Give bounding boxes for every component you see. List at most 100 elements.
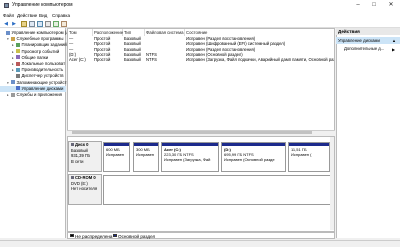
col-header-type[interactable]: Тип — [123, 28, 145, 36]
tree-item[interactable]: Управление компьютером (л — [0, 30, 69, 36]
table-cell: Простой — [94, 57, 111, 63]
tree-item-label: Общие папки — [21, 54, 49, 60]
tree-item[interactable]: Управление дисками — [0, 85, 66, 92]
table-cell: NTFS — [146, 51, 157, 57]
partition-status: Исправен (Основной разде — [224, 157, 275, 163]
tree-item-label: Запоминающие устройств — [16, 79, 69, 85]
table-cell — [146, 47, 185, 52]
vertical-scrollbar[interactable] — [330, 137, 334, 230]
partition-recovery-11gb[interactable]: 11,51 ГБ Исправен ( — [288, 142, 330, 172]
partition-status: Исправен — [136, 152, 155, 158]
users-icon — [16, 61, 20, 66]
show-hide-icon[interactable] — [45, 20, 51, 27]
tree-item[interactable]: ▸ Просмотр событий — [0, 49, 66, 55]
forward-icon[interactable]: ▶ — [11, 21, 17, 27]
computer-management-icon — [4, 3, 9, 8]
close-icon[interactable]: ✕ — [385, 0, 397, 10]
up-icon[interactable] — [21, 20, 27, 27]
submenu-arrow-icon[interactable]: ▶ — [392, 47, 395, 52]
device-manager-icon — [16, 73, 20, 78]
table-cell: Исправен (Раздел восстановления) — [186, 36, 256, 41]
status-bar — [0, 240, 400, 247]
tree-item[interactable]: Диспетчер устройств — [0, 73, 66, 79]
table-cell: Простой — [94, 46, 111, 52]
scheduler-icon — [16, 42, 20, 47]
tree-item[interactable]: ▸ Службы и приложения — [0, 92, 66, 98]
table-cell — [146, 41, 185, 46]
toolbar — [0, 19, 400, 28]
tree-item-label: Локальные пользоват — [21, 61, 66, 66]
partition-recovery-600mb[interactable]: 600 МБ Исправен — [103, 142, 130, 172]
actions-header: Действия — [336, 28, 400, 35]
partition-status: Исправен ( — [291, 152, 312, 158]
cdrom-0-name: CD-ROM 0 — [75, 175, 96, 180]
table-cell: Acer (C:) — [69, 57, 86, 63]
table-cell: — — [69, 46, 74, 52]
tree-item[interactable]: ▸ Производительность — [0, 67, 66, 73]
tree-item[interactable]: ▸ Планировщик заданий — [0, 42, 67, 48]
tools-icon — [11, 36, 15, 41]
legend-label-unallocated: Не распределена — [75, 233, 113, 239]
partition-acer-c[interactable]: Acer (C:) 223,30 ГБ NTFS Исправен (Загру… — [161, 142, 219, 172]
table-cell: Базовый — [124, 57, 141, 63]
cdrom-0-status: Нет носителя — [71, 186, 98, 191]
storage-icon — [11, 80, 15, 85]
table-cell: (D:) — [69, 51, 76, 57]
tree-item-label: Служебные программы — [16, 36, 64, 42]
window-title: Управление компьютером — [12, 2, 73, 8]
col-header-filesystem[interactable]: Файловая система — [145, 28, 185, 36]
tree-item-label: Управление дисками — [21, 85, 64, 91]
horizontal-scroll-thumb[interactable] — [72, 131, 312, 134]
partition-d[interactable]: (D:) 695,99 ГБ NTFS Исправен (Основной р… — [221, 142, 286, 172]
partition-efi-300mb[interactable]: 300 МБ Исправен — [133, 142, 159, 172]
collapse-arrow-icon[interactable]: ▲ — [392, 38, 396, 43]
tree-item-label: Просмотр событий — [21, 48, 60, 54]
col-header-volume[interactable]: Том — [68, 28, 93, 36]
tree-item-label: Производительность — [21, 67, 64, 73]
table-cell: Базовый — [124, 46, 141, 52]
maximize-icon[interactable]: □ — [368, 0, 380, 10]
col-header-layout[interactable]: Расположение — [93, 28, 123, 36]
cdrom-icon — [71, 176, 74, 179]
minimize-icon[interactable]: – — [352, 0, 364, 10]
menu-view[interactable]: Вид — [39, 13, 47, 18]
cdrom-0-label[interactable]: CD-ROM 0 DVD (E:) Нет носителя — [68, 174, 102, 205]
services-icon — [11, 92, 15, 97]
col-header-status[interactable]: Состояние — [185, 29, 335, 36]
actions-pane — [336, 28, 400, 238]
back-icon[interactable]: ◀ — [3, 21, 9, 27]
table-cell: Базовый — [124, 41, 141, 47]
table-cell — [146, 36, 185, 41]
refresh-icon[interactable] — [53, 20, 59, 27]
tree-item[interactable]: ▾ Служебные программы — [0, 36, 66, 42]
disk-icon — [71, 143, 74, 146]
properties-icon[interactable] — [29, 20, 35, 27]
table-cell: Исправен (Шифрованный (EFI) системный ра… — [186, 41, 286, 47]
legend-label-primary: Основной раздел — [118, 233, 156, 239]
menu-help[interactable]: Справка — [52, 13, 70, 18]
table-cell: Исправен (Раздел восстановления) — [186, 46, 256, 52]
shared-folder-icon — [16, 55, 20, 60]
table-cell: Базовый — [124, 36, 141, 41]
table-cell: Базовый — [124, 51, 141, 57]
actions-section-disk-management[interactable]: Управление дисками — [336, 37, 400, 44]
tree-item[interactable]: ▸ Общие папки — [0, 55, 66, 61]
disk-0-name: Диск 0 — [75, 142, 89, 147]
table-cell: Исправен (Основной раздел) — [186, 51, 243, 57]
legend-swatch-primary — [113, 233, 117, 238]
performance-icon — [16, 67, 20, 72]
partition-status: Исправен — [106, 152, 125, 158]
tree-item[interactable]: ▾ Запоминающие устройств — [0, 79, 69, 86]
export-icon[interactable] — [61, 20, 67, 27]
disk-0-label[interactable]: Диск 0 Базовый 931,39 ГБ В сети — [68, 141, 102, 172]
tree-item[interactable]: ▸ Локальные пользоват — [0, 61, 66, 67]
table-cell: Исправен (Загрузка, Файл подкачки, Авари… — [186, 57, 334, 63]
partition-status: Исправен (Загрузка, Фай — [164, 157, 211, 163]
menu-action[interactable]: Действие — [17, 13, 37, 18]
menu-file[interactable]: Файл — [3, 13, 14, 18]
cdrom-0-area[interactable] — [103, 175, 334, 205]
table-cell: Простой — [94, 51, 111, 57]
help-icon[interactable] — [37, 20, 43, 27]
computer-icon — [6, 30, 10, 35]
disk-management-icon — [16, 86, 20, 91]
